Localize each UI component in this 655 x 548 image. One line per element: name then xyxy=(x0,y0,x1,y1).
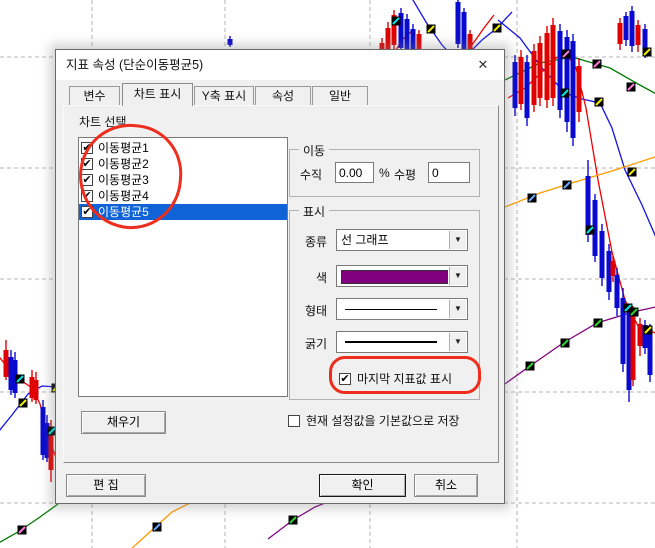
type-label: 종류 xyxy=(305,233,327,250)
tab-variables[interactable]: 변수 xyxy=(69,86,120,105)
display-group-label: 표시 xyxy=(299,203,329,220)
save-default-checkbox[interactable]: 현재 설정값을 기본값으로 저장 xyxy=(288,412,460,429)
checkbox-icon[interactable]: ✔ xyxy=(81,158,93,170)
indicator-properties-dialog: 지표 속성 (단순이동평균5) ✕ 변수 차트 표시 Y축 표시 속성 일반 차… xyxy=(55,49,505,504)
close-icon[interactable]: ✕ xyxy=(468,50,498,80)
percent-label: % xyxy=(379,166,390,180)
checkbox-icon[interactable]: ✔ xyxy=(81,142,93,154)
fill-button[interactable]: 채우기 xyxy=(81,411,166,434)
list-item[interactable]: ✔ 이동평균2 xyxy=(79,156,287,172)
tab-properties[interactable]: 속성 xyxy=(255,86,311,105)
thickness-label: 굵기 xyxy=(305,335,327,352)
checkbox-icon[interactable] xyxy=(288,415,300,427)
move-group: 이동 수직 % 수평 xyxy=(289,149,480,197)
dropdown-arrow-icon[interactable]: ▼ xyxy=(449,231,466,249)
chart-select-listbox[interactable]: ✔ 이동평균1 ✔ 이동평균2 ✔ 이동평균3 ✔ 이동평균4 ✔ 이동평균5 xyxy=(78,137,288,397)
list-item[interactable]: ✔ 이동평균1 xyxy=(79,140,287,156)
line-width-select[interactable]: ▼ xyxy=(336,331,468,353)
last-value-checkbox[interactable]: ✔ 마지막 지표값 표시 xyxy=(339,370,452,387)
checkbox-icon[interactable]: ✔ xyxy=(339,373,351,385)
shape-label: 형태 xyxy=(305,302,327,319)
checkbox-icon[interactable]: ✔ xyxy=(81,206,93,218)
checkbox-icon[interactable]: ✔ xyxy=(81,174,93,186)
line-style-select[interactable]: ▼ xyxy=(336,298,468,320)
dialog-titlebar[interactable]: 지표 속성 (단순이동평균5) ✕ xyxy=(56,50,504,80)
vertical-offset-input[interactable] xyxy=(335,162,374,183)
list-item-selected[interactable]: ✔ 이동평균5 xyxy=(79,204,287,220)
horizontal-label: 수평 xyxy=(394,166,416,183)
dropdown-arrow-icon[interactable]: ▼ xyxy=(449,333,466,351)
tab-chart-display[interactable]: 차트 표시 xyxy=(122,83,193,106)
color-select[interactable]: ▼ xyxy=(336,265,468,287)
list-item[interactable]: ✔ 이동평균3 xyxy=(79,172,287,188)
checkbox-icon[interactable]: ✔ xyxy=(81,190,93,202)
color-label: 색 xyxy=(316,269,327,286)
vertical-label: 수직 xyxy=(300,166,322,183)
screen: { "dialog": { "title": "지표 속성 (단순이동평균5)"… xyxy=(0,0,655,548)
line-style-sample xyxy=(345,309,437,310)
dialog-title: 지표 속성 (단순이동평균5) xyxy=(66,50,203,80)
move-group-label: 이동 xyxy=(299,142,329,159)
line-width-sample xyxy=(345,341,437,343)
dropdown-arrow-icon[interactable]: ▼ xyxy=(449,267,466,285)
list-item[interactable]: ✔ 이동평균4 xyxy=(79,188,287,204)
ok-button[interactable]: 확인 xyxy=(319,474,406,497)
tab-y-axis[interactable]: Y축 표시 xyxy=(194,86,254,105)
chart-select-label: 차트 선택 xyxy=(79,113,127,130)
dropdown-arrow-icon[interactable]: ▼ xyxy=(449,300,466,318)
tab-general[interactable]: 일반 xyxy=(312,86,368,105)
cancel-button[interactable]: 취소 xyxy=(414,474,478,497)
edit-button[interactable]: 편 집 xyxy=(66,474,146,497)
display-group: 표시 종류 선 그래프 ▼ 색 ▼ 형태 ▼ 굵기 ▼ ✔ xyxy=(289,210,480,400)
color-swatch xyxy=(341,270,448,284)
horizontal-offset-input[interactable] xyxy=(428,162,470,183)
chart-type-select[interactable]: 선 그래프 ▼ xyxy=(336,229,468,251)
